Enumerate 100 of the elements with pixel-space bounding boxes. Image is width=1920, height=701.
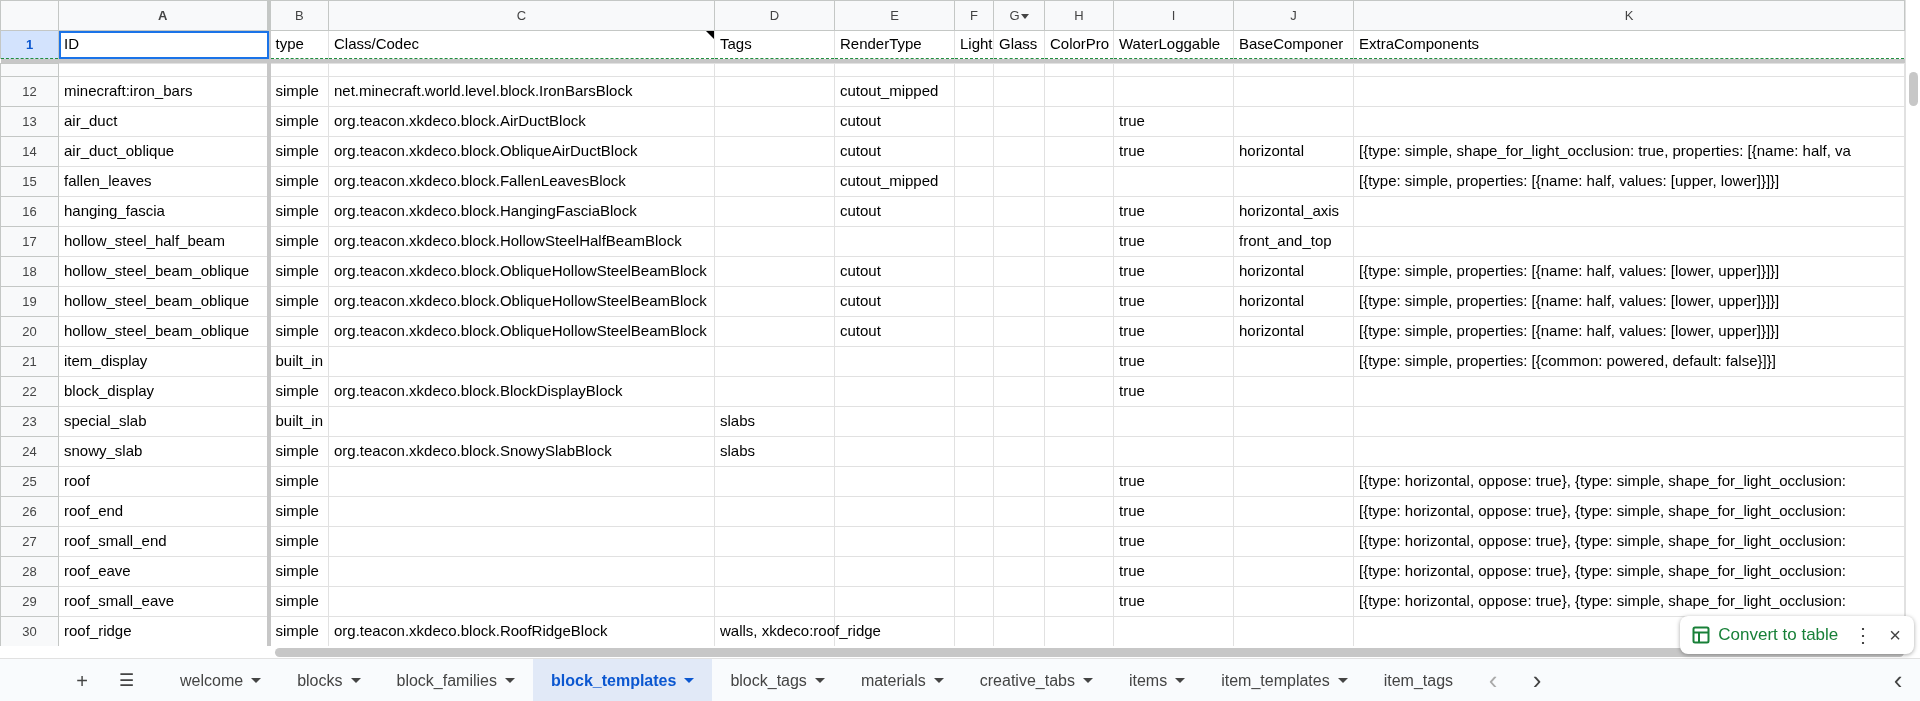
table-cell: cutout (840, 292, 881, 310)
table-cell: true (1119, 262, 1145, 280)
sheet-tab[interactable]: materials (842, 659, 962, 701)
sheet-tab[interactable]: items (1110, 659, 1204, 701)
close-button[interactable]: × (1884, 625, 1906, 645)
table-cell: [{type: horizontal, oppose: true}, {type: simple, shape_for_light_occlusion: (1359, 532, 1846, 550)
row-header[interactable]: 16 (0, 196, 59, 227)
caret-icon[interactable] (933, 678, 944, 683)
row-header[interactable]: 22 (0, 376, 59, 407)
add-sheet-button[interactable]: + (60, 660, 104, 701)
row-header[interactable]: 1 (0, 30, 59, 59)
table-cell: [{type: simple, properties: [{name: half, values: [lower, upper]}]}] (1359, 322, 1780, 340)
column-header[interactable]: B (268, 0, 329, 31)
all-sheets-button[interactable]: ☰ (104, 660, 148, 701)
sheet-tab[interactable]: block_tags (712, 659, 843, 701)
header-cell[interactable]: RenderType (834, 30, 955, 59)
sheet-tab[interactable]: item_templates (1203, 659, 1366, 701)
column-header[interactable]: E (834, 0, 955, 31)
row-header[interactable]: 14 (0, 136, 59, 167)
row-header[interactable]: 12 (0, 76, 59, 107)
row-header[interactable]: 29 (0, 586, 59, 617)
table-cell: true (1119, 142, 1145, 160)
table-cell: cutout_mipped (840, 82, 939, 100)
header-cell[interactable]: Light (954, 30, 994, 59)
row-header[interactable]: 18 (0, 256, 59, 287)
caret-icon[interactable] (814, 678, 825, 683)
table-cell: hollow_steel_beam_oblique (64, 262, 250, 280)
caret-icon[interactable] (1082, 678, 1093, 683)
row-header[interactable]: 25 (0, 466, 59, 497)
row-header[interactable]: 13 (0, 106, 59, 137)
row-header[interactable]: 17 (0, 226, 59, 257)
header-cell[interactable]: Glass (993, 30, 1045, 59)
table-cell: true (1119, 232, 1145, 250)
table-cell: roof_ridge (64, 622, 132, 640)
table-cell: simple (275, 622, 319, 640)
caret-icon[interactable] (505, 678, 515, 683)
table-cell: built_in (275, 412, 324, 430)
table-cell: true (1119, 502, 1145, 520)
header-cell[interactable]: BaseComponer (1233, 30, 1354, 59)
row-header[interactable]: 23 (0, 406, 59, 437)
header-cell[interactable]: ColorPro (1044, 30, 1114, 59)
caret-icon[interactable] (684, 678, 695, 683)
row-header[interactable]: 26 (0, 496, 59, 527)
table-cell: [{type: horizontal, oppose: true}, {type: simple, shape_for_light_occlusion: (1359, 592, 1846, 610)
header-cell[interactable]: Class/Codec (328, 30, 715, 59)
table-cell: simple (275, 232, 319, 250)
filter-icon[interactable] (1020, 13, 1029, 19)
more-button[interactable]: ⋮ (1848, 625, 1879, 645)
row-header[interactable]: 27 (0, 526, 59, 557)
collapse-button[interactable]: ‹ (1876, 660, 1920, 701)
column-header[interactable]: I (1113, 0, 1234, 31)
scrollbar-thumb[interactable] (1909, 72, 1918, 106)
scrollbar-thumb[interactable] (275, 647, 1904, 657)
column-header[interactable]: C (328, 0, 715, 31)
column-header[interactable]: F (954, 0, 994, 31)
table-cell: item_display (64, 352, 148, 370)
column-header[interactable]: D (714, 0, 835, 31)
column-header[interactable]: H (1044, 0, 1114, 31)
table-cell: roof_eave (64, 562, 131, 580)
sheet-tab[interactable]: welcome (162, 659, 280, 701)
table-cell: org.teacon.xkdeco.block.RoofRidgeBlock (334, 622, 608, 640)
table-cell: net.minecraft.world.level.block.IronBarsBlock (334, 82, 633, 100)
sheet-tab[interactable]: creative_tabs (961, 659, 1111, 701)
caret-icon[interactable] (350, 678, 361, 683)
row-header[interactable]: 28 (0, 556, 59, 587)
table-cell: org.teacon.xkdeco.block.ObliqueHollowSteelBeamBlock (334, 292, 707, 310)
table-cell: horizontal (1239, 262, 1305, 280)
table-cell: simple (275, 442, 319, 460)
column-header[interactable]: A (58, 0, 269, 31)
row-header[interactable]: 30 (0, 616, 59, 646)
header-cell[interactable]: WaterLoggable (1113, 30, 1234, 59)
caret-icon[interactable] (1337, 678, 1348, 683)
table-cell: [{type: horizontal, oppose: true}, {type: simple, shape_for_light_occlusion: (1359, 562, 1846, 580)
row-header[interactable]: 24 (0, 436, 59, 467)
table-cell: org.teacon.xkdeco.block.HangingFasciaBlock (334, 202, 637, 220)
sheet-tab[interactable]: block_templates (533, 659, 713, 701)
table-cell: air_duct_oblique (64, 142, 175, 160)
caret-icon[interactable] (251, 678, 262, 683)
table-cell: roof_end (64, 502, 124, 520)
sheet-tab[interactable]: item_tags (1365, 659, 1472, 701)
caret-icon[interactable] (1175, 678, 1186, 683)
header-cell[interactable]: Tags (714, 30, 835, 59)
table-cell: slabs (720, 442, 756, 460)
row-header[interactable]: 21 (0, 346, 59, 377)
table-cell: org.teacon.xkdeco.block.FallenLeavesBlock (334, 172, 626, 190)
column-header[interactable]: J (1233, 0, 1354, 31)
column-header[interactable]: K (1353, 0, 1905, 31)
header-cell[interactable]: type (268, 30, 329, 59)
header-cell[interactable]: ExtraComponents (1353, 30, 1905, 59)
scroll-right-button[interactable]: › (1515, 660, 1560, 701)
row-header[interactable]: 15 (0, 166, 59, 197)
row-header[interactable]: 20 (0, 316, 59, 347)
table-cell: simple (275, 82, 319, 100)
table-icon (1692, 626, 1711, 644)
row-header[interactable]: 19 (0, 286, 59, 317)
table-cell: simple (275, 472, 319, 490)
column-header[interactable]: G (993, 0, 1045, 31)
sheet-tab[interactable]: block_families (378, 659, 533, 701)
convert-to-table-button[interactable]: Convert to table (1688, 622, 1843, 648)
sheet-tab[interactable]: blocks (279, 659, 379, 701)
